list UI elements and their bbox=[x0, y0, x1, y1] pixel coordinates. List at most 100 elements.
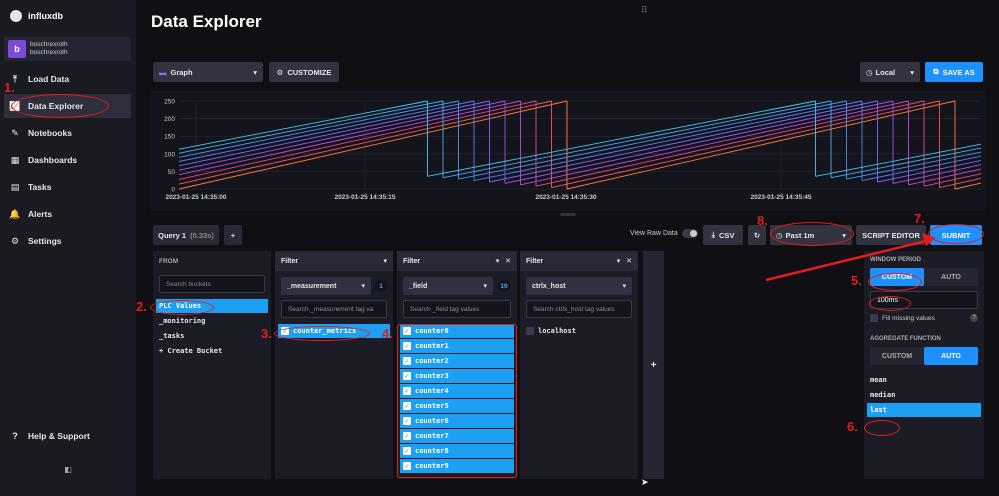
search-ctrlx-host-input[interactable]: Search ctrlx_host tag values bbox=[526, 300, 632, 318]
csv-button[interactable]: ⤓ CSV bbox=[703, 225, 743, 245]
y-tick-label: 0 bbox=[171, 187, 175, 194]
sidebar: influxdb b boschrexroth boschrexroth ⤒ Loa… bbox=[0, 0, 136, 496]
y-tick-label: 200 bbox=[164, 116, 175, 123]
annotation-3: 3. bbox=[261, 326, 272, 341]
field-key-dropdown[interactable]: _field ▾ bbox=[403, 277, 493, 295]
annotation-oval-5a bbox=[868, 273, 922, 291]
toggle-switch bbox=[681, 229, 698, 238]
aggregate-median[interactable]: median bbox=[867, 388, 981, 402]
tab-query-1[interactable]: Query 1 (0.33s) bbox=[153, 225, 219, 245]
window-auto-button[interactable]: AUTO bbox=[924, 268, 978, 286]
view-raw-data-toggle[interactable]: View Raw Data bbox=[630, 229, 698, 238]
add-filter-button[interactable]: + bbox=[643, 251, 664, 479]
script-editor-button[interactable]: SCRIPT EDITOR bbox=[856, 225, 926, 245]
add-query-button[interactable]: + bbox=[224, 225, 242, 245]
customize-button[interactable]: ⚙ CUSTOMIZE bbox=[269, 62, 339, 82]
from-panel: FROM Search buckets PLC Values _monitori… bbox=[153, 251, 271, 479]
search-buckets-input[interactable]: Search buckets bbox=[159, 275, 265, 293]
annotation-5: 5. bbox=[851, 273, 862, 288]
bucket-tasks[interactable]: _tasks bbox=[156, 329, 268, 343]
user-name: boschrexroth bbox=[30, 49, 68, 56]
y-tick-label: 250 bbox=[164, 99, 175, 106]
aggregate-custom-button[interactable]: CUSTOM bbox=[870, 347, 924, 365]
annotation-oval-1 bbox=[11, 94, 109, 118]
save-as-button[interactable]: ⧉ SAVE AS bbox=[925, 62, 983, 82]
org-name: boschrexroth bbox=[30, 41, 68, 48]
grid-icon: ▦ bbox=[10, 154, 20, 165]
filter-header[interactable]: Filter ▾ ✕ bbox=[520, 251, 638, 271]
download-icon: ⤓ bbox=[711, 230, 715, 239]
series-line-counter8 bbox=[178, 100, 982, 179]
aggregate-auto-button[interactable]: AUTO bbox=[924, 347, 978, 365]
filter-header[interactable]: Filter ▾ ✕ bbox=[397, 251, 517, 271]
nav-tasks[interactable]: ▤ Tasks bbox=[4, 175, 131, 199]
pencil-icon: ✎ bbox=[11, 127, 19, 138]
x-tick-label: 2023-01-25 14:35:15 bbox=[334, 194, 395, 201]
series-line-counter9 bbox=[178, 100, 982, 177]
graph-panel[interactable]: 250 200 150 100 50 0 2023-01-25 14:35:00 2023-0… bbox=[151, 91, 985, 211]
timezone-dropdown[interactable]: ◷ Local ▾ bbox=[860, 62, 920, 82]
annotation-6: 6. bbox=[847, 419, 858, 434]
help-icon[interactable]: ? bbox=[970, 314, 978, 322]
chevron-down-icon: ▾ bbox=[616, 258, 621, 265]
refresh-button[interactable]: ↻ bbox=[748, 225, 766, 245]
tag-value-localhost[interactable]: localhost bbox=[523, 324, 635, 338]
measurement-key-dropdown[interactable]: _measurement ▾ bbox=[281, 277, 371, 295]
nav-settings[interactable]: ⚙ Settings bbox=[4, 229, 131, 253]
chevron-down-icon: ▾ bbox=[383, 258, 387, 265]
bell-icon: 🔔 bbox=[9, 208, 21, 219]
search-field-input[interactable]: Search _field tag values bbox=[403, 300, 511, 318]
chevron-down-icon: ▾ bbox=[910, 67, 914, 77]
user-switcher[interactable]: b boschrexroth boschrexroth bbox=[4, 37, 131, 61]
resize-handle[interactable] bbox=[560, 213, 576, 216]
annotation-box-4 bbox=[397, 324, 517, 478]
nav-alerts[interactable]: 🔔 Alerts bbox=[4, 202, 131, 226]
selected-count-badge: 10 bbox=[497, 280, 511, 292]
mouse-cursor-icon: ➤ bbox=[641, 477, 649, 487]
chevron-down-icon: ▾ bbox=[483, 283, 487, 290]
series-line-counter2 bbox=[178, 100, 982, 187]
help-icon: ? bbox=[12, 431, 18, 441]
filter-header[interactable]: Filter ▾ bbox=[275, 251, 393, 271]
graph-icon: ▬ bbox=[159, 67, 167, 77]
nav-load-data[interactable]: ⤒ Load Data bbox=[4, 67, 131, 91]
x-tick-label: 2023-01-25 14:35:45 bbox=[750, 194, 811, 201]
annotation-7: 7. bbox=[914, 211, 925, 226]
nav-notebooks[interactable]: ✎ Notebooks bbox=[4, 121, 131, 145]
nav-help-support[interactable]: ? Help & Support bbox=[4, 424, 131, 448]
ctrlx-host-key-dropdown[interactable]: ctrlx_host ▾ bbox=[526, 277, 632, 295]
export-icon: ⧉ bbox=[933, 67, 939, 76]
bucket-monitoring[interactable]: _monitoring bbox=[156, 314, 268, 328]
filter-panel-ctrlx-host: Filter ▾ ✕ ctrlx_host ▾ Search ctrlx_host … bbox=[520, 251, 638, 479]
influxdb-logo[interactable]: influxdb bbox=[10, 10, 63, 22]
drag-handle-icon[interactable]: ⠿ bbox=[641, 5, 648, 16]
annotation-2: 2. bbox=[136, 299, 147, 314]
annotation-oval-6 bbox=[864, 420, 900, 436]
annotation-1: 1. bbox=[4, 80, 15, 95]
series-line-counter5 bbox=[178, 100, 982, 183]
window-period-label: WINDOW PERIOD bbox=[870, 257, 921, 263]
close-icon[interactable]: ✕ bbox=[505, 258, 511, 265]
aggregate-mean[interactable]: mean bbox=[867, 373, 981, 387]
collapse-sidebar-icon[interactable]: ◧ bbox=[60, 462, 76, 476]
annotation-8: 8. bbox=[757, 213, 768, 228]
create-bucket-link[interactable]: + Create Bucket bbox=[156, 344, 268, 358]
gear-icon: ⚙ bbox=[10, 235, 20, 246]
close-icon[interactable]: ✕ bbox=[626, 258, 632, 265]
line-chart[interactable]: 250 200 150 100 50 02023-01-25 14:35:00 2023-0… bbox=[151, 91, 985, 211]
annotation-oval-8 bbox=[770, 222, 854, 246]
annotation-oval-2 bbox=[150, 300, 214, 315]
chevron-down-icon: ▾ bbox=[361, 283, 365, 290]
aggregate-last[interactable]: last bbox=[867, 403, 981, 417]
fill-missing-checkbox[interactable]: Fill missing values? bbox=[870, 314, 978, 322]
series-line-counter4 bbox=[178, 100, 982, 184]
y-tick-label: 150 bbox=[164, 134, 175, 141]
annotation-oval-7 bbox=[928, 224, 984, 244]
nav-dashboards[interactable]: ▦ Dashboards bbox=[4, 148, 131, 172]
annotation-oval-3 bbox=[274, 326, 370, 341]
checkbox-empty-icon bbox=[870, 314, 878, 322]
graph-type-dropdown[interactable]: ▬ Graph ▾ bbox=[153, 62, 263, 82]
from-header: FROM bbox=[153, 251, 271, 271]
search-measurement-input[interactable]: Search _measurement tag va bbox=[281, 300, 387, 318]
refresh-icon: ↻ bbox=[753, 230, 761, 240]
